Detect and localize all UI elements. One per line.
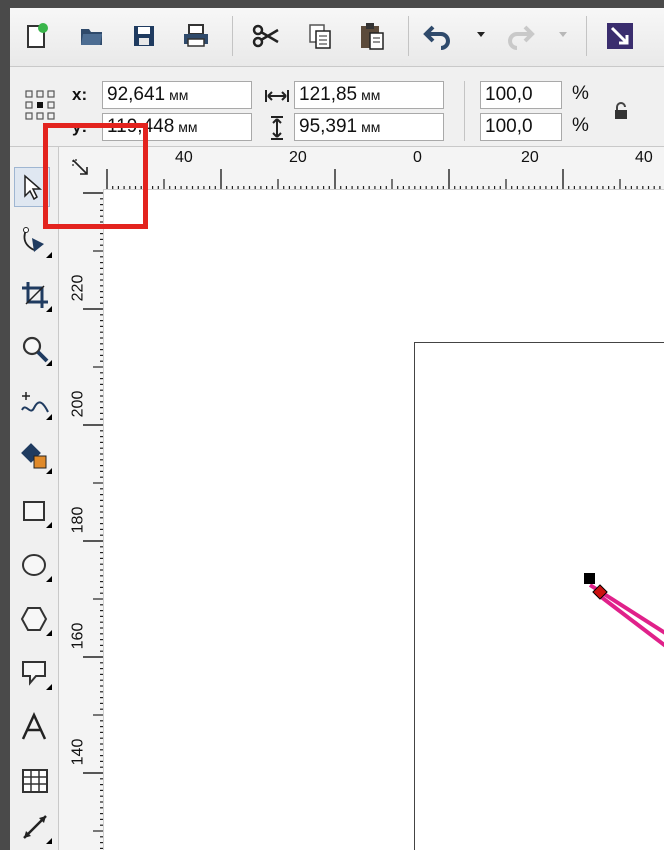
x-position-field[interactable]: 92,641 мм	[102, 81, 252, 109]
width-icon	[264, 87, 290, 105]
callout-shape-icon[interactable]	[16, 653, 54, 693]
scale-x-percent: %	[572, 83, 589, 104]
unit-label: мм	[178, 119, 198, 135]
ruler-label: 40	[175, 149, 193, 166]
undo-dropdown-icon[interactable]	[476, 30, 486, 40]
ruler-label: 220	[69, 274, 87, 302]
smart-fill-icon[interactable]	[16, 437, 54, 477]
zoom-tool-icon[interactable]	[16, 329, 54, 369]
ruler-label: 180	[69, 506, 87, 534]
redo-dropdown-icon[interactable]	[558, 30, 568, 40]
copy-icon[interactable]	[302, 18, 338, 54]
x-position-value: 92,641	[107, 84, 166, 105]
crop-tool-icon[interactable]	[16, 275, 54, 315]
object-height-value: 95,391	[299, 116, 358, 137]
ellipse-tool-icon[interactable]	[16, 545, 54, 585]
open-folder-icon[interactable]	[74, 18, 110, 54]
ruler-label: 0	[413, 149, 422, 166]
print-icon[interactable]	[178, 18, 214, 54]
scale-x-field[interactable]: 100,0	[480, 81, 562, 109]
unit-label: мм	[169, 87, 189, 103]
curve-node[interactable]	[584, 573, 595, 584]
freehand-tool-icon[interactable]	[16, 383, 54, 423]
text-tool-icon[interactable]	[16, 707, 54, 747]
coreldraw-window: x: 92,641 мм y: 119,448 мм 121,85 мм 95,391…	[10, 8, 664, 850]
polygon-tool-icon[interactable]	[16, 599, 54, 639]
save-icon[interactable]	[126, 18, 162, 54]
reference-point-icon[interactable]	[20, 85, 60, 125]
ruler-label: 20	[521, 149, 539, 166]
drawing-canvas[interactable]	[104, 190, 664, 850]
horizontal-ruler[interactable]: 40 20 0 20 40	[103, 147, 664, 190]
rectangle-tool-icon[interactable]	[16, 491, 54, 531]
toolbox	[10, 147, 59, 850]
scale-x-value: 100,0	[485, 84, 533, 105]
ruler-label: 40	[635, 149, 653, 166]
vertical-ruler[interactable]: 220 200 180 160 140	[59, 189, 104, 850]
height-icon	[268, 115, 286, 141]
ruler-label: 160	[69, 622, 87, 650]
x-label: x:	[72, 85, 88, 104]
cut-icon[interactable]	[248, 18, 284, 54]
unit-label: мм	[361, 119, 381, 135]
highlight-annotation	[43, 123, 148, 229]
import-icon[interactable]	[602, 18, 638, 54]
redo-icon[interactable]	[502, 18, 538, 54]
ruler-label: 200	[69, 390, 87, 418]
propertybar-separator	[464, 81, 465, 141]
object-width-value: 121,85	[299, 84, 358, 105]
ruler-label: 140	[69, 738, 87, 766]
undo-icon[interactable]	[420, 18, 456, 54]
new-document-icon[interactable]	[18, 18, 54, 54]
object-height-field[interactable]: 95,391 мм	[294, 113, 444, 141]
object-width-field[interactable]: 121,85 мм	[294, 81, 444, 109]
selected-curve[interactable]	[104, 190, 664, 850]
scale-y-field[interactable]: 100,0	[480, 113, 562, 141]
toolbar-separator	[232, 16, 233, 56]
table-tool-icon[interactable]	[16, 761, 54, 801]
toolbar-separator	[586, 16, 587, 56]
scale-y-value: 100,0	[485, 116, 533, 137]
dimension-tool-icon[interactable]	[16, 807, 54, 847]
ruler-label: 20	[289, 149, 307, 166]
scale-y-percent: %	[572, 115, 589, 136]
paste-icon[interactable]	[354, 18, 390, 54]
lock-ratio-icon[interactable]	[612, 101, 630, 121]
toolbar-separator	[408, 16, 409, 56]
unit-label: мм	[361, 87, 381, 103]
standard-toolbar	[10, 8, 664, 67]
